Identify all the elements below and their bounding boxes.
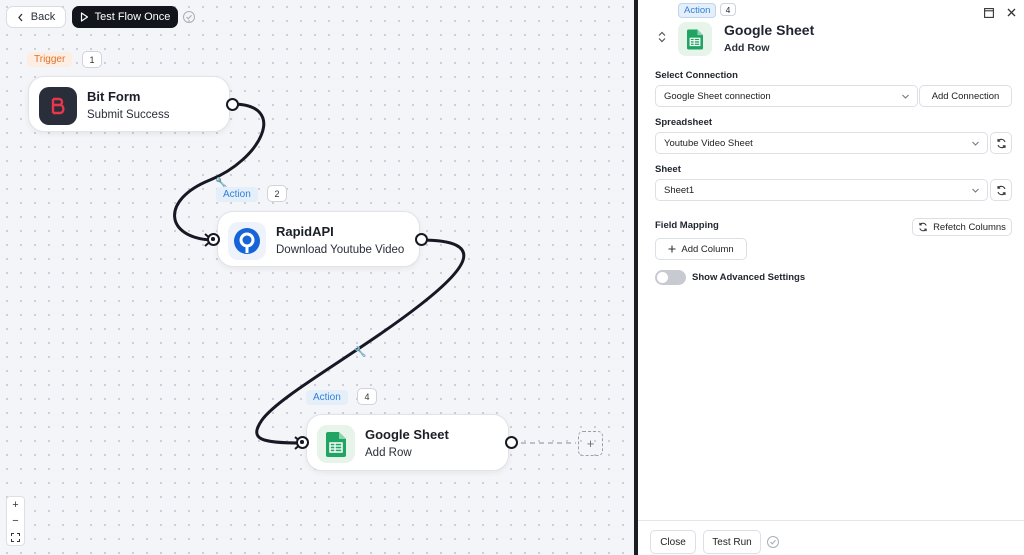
node-config-panel: Action 4 Google Sheet Add Row Select Con… — [638, 0, 1024, 555]
spreadsheet-label: Spreadsheet — [655, 117, 713, 128]
expand-collapse-icon[interactable] — [658, 31, 666, 46]
chevron-down-icon — [902, 94, 909, 99]
output-port[interactable] — [505, 436, 518, 449]
panel-subtitle: Add Row — [724, 42, 770, 54]
node-bit-form[interactable]: Bit Form Submit Success — [28, 76, 230, 132]
add-column-button[interactable]: Add Column — [655, 238, 747, 260]
trigger-tag: Trigger — [27, 52, 73, 67]
advanced-settings-toggle[interactable] — [655, 270, 686, 285]
action-tag: Action — [306, 390, 348, 405]
connection-value: Google Sheet connection — [664, 90, 771, 102]
fit-view-button[interactable] — [7, 529, 24, 545]
refetch-columns-label: Refetch Columns — [933, 221, 1006, 233]
panel-title: Google Sheet — [724, 22, 815, 38]
step-number: 2 — [267, 185, 287, 202]
sheet-value: Sheet1 — [664, 184, 695, 196]
node-rapidapi[interactable]: RapidAPI Download Youtube Video — [217, 211, 420, 267]
node-title: RapidAPI — [276, 224, 334, 239]
test-run-status-icon — [767, 536, 779, 548]
refresh-spreadsheet-button[interactable] — [990, 132, 1012, 154]
plus-icon — [668, 245, 676, 253]
field-mapping-label: Field Mapping — [655, 220, 719, 231]
input-port[interactable] — [207, 233, 220, 246]
panel-footer: Close Test Run — [638, 520, 1024, 555]
add-node-button[interactable]: + — [578, 431, 603, 456]
chevron-down-icon — [972, 188, 979, 193]
action-tag: Action — [216, 187, 258, 202]
spreadsheet-value: Youtube Video Sheet — [664, 137, 753, 149]
add-connection-button[interactable]: Add Connection — [919, 85, 1012, 107]
action-tag: Action — [678, 3, 717, 18]
node-subtitle: Add Row — [365, 447, 412, 459]
add-column-label: Add Column — [681, 243, 734, 255]
flow-canvas[interactable]: Back Test Flow Once 🔧 🔧 Trigger 1 Bit Fo… — [0, 0, 636, 555]
google-sheet-icon — [678, 22, 712, 56]
zoom-out-button[interactable]: − — [7, 513, 24, 529]
refetch-columns-button[interactable]: Refetch Columns — [912, 218, 1012, 236]
close-icon[interactable] — [1007, 8, 1016, 20]
advanced-settings-label: Show Advanced Settings — [692, 272, 806, 283]
fit-view-icon — [11, 532, 20, 542]
google-sheet-icon — [317, 425, 355, 463]
node-google-sheet[interactable]: Google Sheet Add Row — [306, 414, 509, 471]
input-port[interactable] — [296, 436, 309, 449]
bitform-logo-icon — [39, 87, 77, 125]
node-title: Google Sheet — [365, 427, 449, 442]
step-number: 4 — [357, 388, 377, 405]
step-number: 1 — [82, 51, 102, 68]
sheet-select[interactable]: Sheet1 — [655, 179, 988, 201]
node-subtitle: Download Youtube Video — [276, 244, 405, 256]
close-button[interactable]: Close — [650, 530, 696, 554]
zoom-controls: + − — [6, 496, 25, 546]
select-connection-label: Select Connection — [655, 70, 738, 81]
output-port[interactable] — [415, 233, 428, 246]
refresh-icon — [996, 138, 1006, 148]
chevron-down-icon — [972, 141, 979, 146]
refresh-icon — [996, 185, 1006, 195]
connection-select[interactable]: Google Sheet connection — [655, 85, 918, 107]
node-title: Bit Form — [87, 89, 141, 104]
refresh-icon — [919, 222, 927, 232]
output-port[interactable] — [226, 98, 239, 111]
zoom-in-button[interactable]: + — [7, 497, 24, 513]
node-subtitle: Submit Success — [87, 109, 170, 121]
step-number: 4 — [720, 3, 736, 16]
maximize-icon[interactable] — [984, 8, 994, 21]
wire-action-to-googlesheet — [255, 238, 466, 445]
wrench-icon[interactable]: 🔧 — [354, 347, 366, 358]
spreadsheet-select[interactable]: Youtube Video Sheet — [655, 132, 988, 154]
rapidapi-logo-icon — [228, 222, 266, 260]
sheet-label: Sheet — [655, 164, 681, 175]
test-run-button[interactable]: Test Run — [703, 530, 761, 554]
refresh-sheet-button[interactable] — [990, 179, 1012, 201]
